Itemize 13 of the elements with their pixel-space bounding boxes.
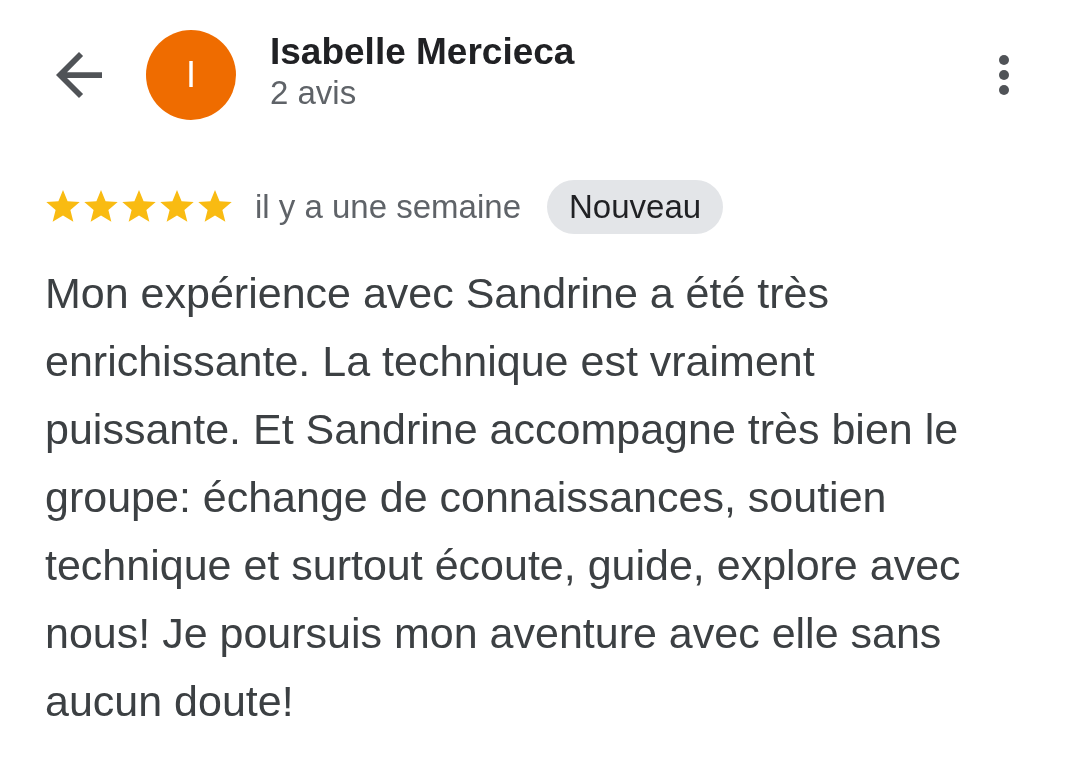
review-text: Mon expérience avec Sandrine a été très enrichissante. La technique est vraiment puissante. Et Sandrine accompagne très bien le groupe: échange de connaissances, soutien technique et surtout écoute, guide, explore avec nous! Je poursuis mon aventure avec elle sans aucun doute! bbox=[45, 268, 962, 727]
star-icon bbox=[159, 190, 195, 224]
reviewer-name[interactable]: Isabelle Mercieca bbox=[270, 31, 575, 73]
star-icon bbox=[197, 190, 233, 224]
new-badge: Nouveau bbox=[547, 180, 724, 234]
review-time: il y a une semaine bbox=[255, 187, 521, 228]
back-arrow-icon bbox=[56, 52, 102, 98]
avatar-initial: I bbox=[186, 57, 196, 93]
review-count: 2 avis bbox=[270, 73, 358, 113]
star-icon bbox=[121, 190, 157, 224]
star-icon bbox=[83, 190, 119, 224]
more-vertical-icon bbox=[998, 55, 1010, 95]
star-icon bbox=[45, 190, 81, 224]
